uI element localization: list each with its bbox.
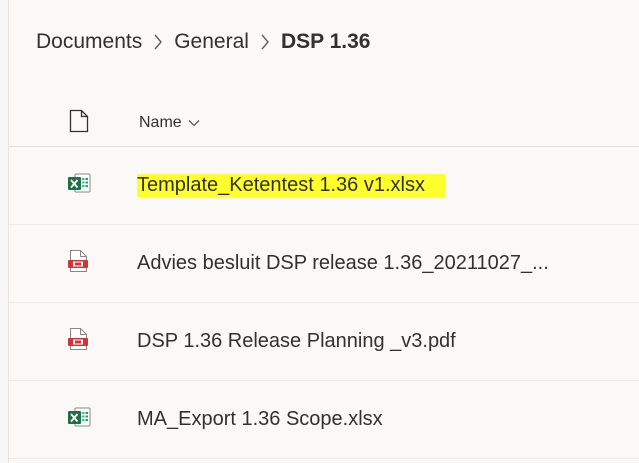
breadcrumb: Documents General DSP 1.36	[36, 24, 370, 60]
file-name-link[interactable]: Template_Ketentest 1.36 v1.xlsx	[137, 174, 445, 197]
file-name-link[interactable]: DSP 1.36 Release Planning _v3.pdf	[137, 330, 456, 353]
chevron-right-icon	[142, 30, 174, 54]
file-row-ma-export[interactable]: MA_Export 1.36 Scope.xlsx	[9, 381, 639, 459]
file-row-release-planning[interactable]: DSP 1.36 Release Planning _v3.pdf	[9, 303, 639, 381]
excel-icon	[67, 406, 91, 433]
file-row-template-ketentest[interactable]: Template_Ketentest 1.36 v1.xlsx	[9, 147, 639, 225]
document-library: Documents General DSP 1.36 Name Template…	[8, 0, 639, 463]
breadcrumb-item-general[interactable]: General	[174, 30, 249, 54]
file-type-column-header[interactable]	[9, 109, 139, 138]
file-row-advies-besluit[interactable]: Advies besluit DSP release 1.36_20211027…	[9, 225, 639, 303]
name-column-label: Name	[139, 114, 182, 131]
file-icon-cell	[9, 406, 137, 433]
file-name-link[interactable]: Advies besluit DSP release 1.36_20211027…	[137, 252, 549, 275]
breadcrumb-item-documents[interactable]: Documents	[36, 30, 142, 54]
document-outline-icon	[69, 109, 89, 138]
chevron-right-icon	[249, 30, 281, 54]
breadcrumb-current-folder: DSP 1.36	[280, 30, 371, 53]
highlighted-file-name: Template_Ketentest 1.36 v1.xlsx	[137, 174, 445, 197]
chevron-down-icon	[188, 119, 200, 127]
file-icon-cell	[9, 327, 137, 356]
file-icon-cell	[9, 249, 137, 278]
column-header-row: Name	[9, 100, 639, 147]
pdf-icon	[67, 327, 89, 356]
file-icon-cell	[9, 172, 137, 199]
pdf-icon	[67, 249, 89, 278]
file-list: Template_Ketentest 1.36 v1.xlsx Advies b…	[9, 147, 639, 459]
file-name-link[interactable]: MA_Export 1.36 Scope.xlsx	[137, 408, 383, 431]
excel-icon	[67, 172, 91, 199]
name-column-header[interactable]: Name	[139, 114, 200, 132]
